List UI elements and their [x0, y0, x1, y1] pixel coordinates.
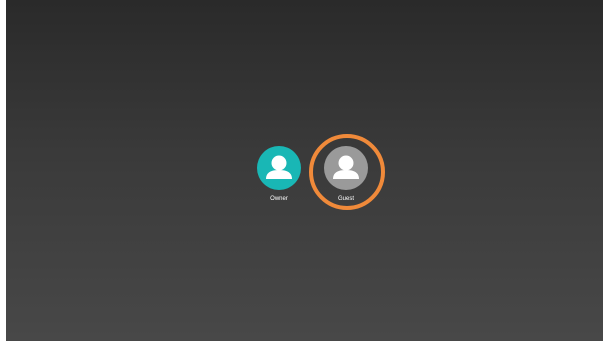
- guest-label: Guest: [337, 196, 354, 202]
- owner-avatar[interactable]: [257, 146, 301, 190]
- owner-label: Owner: [270, 196, 288, 202]
- user-guest[interactable]: Guest: [314, 146, 378, 203]
- user-switch-screen: Owner Guest: [6, 0, 603, 341]
- guest-avatar[interactable]: [324, 146, 368, 190]
- person-icon: [333, 155, 359, 179]
- user-owner[interactable]: Owner: [247, 146, 311, 203]
- person-icon: [266, 155, 292, 179]
